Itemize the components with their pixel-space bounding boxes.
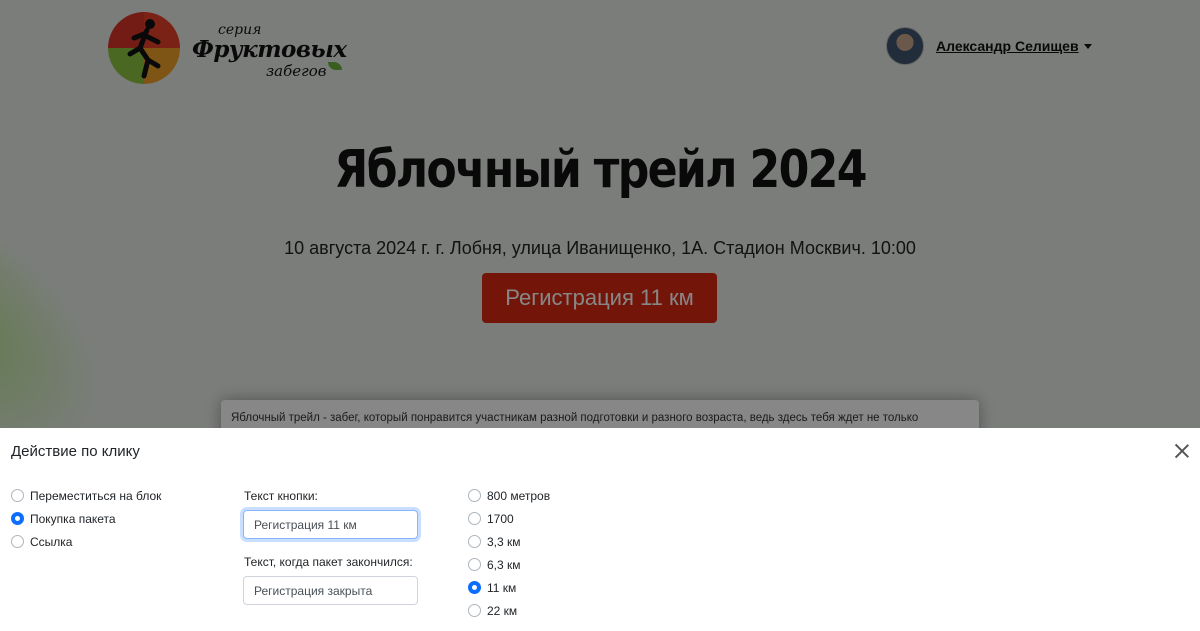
radio-link[interactable]: Ссылка [11, 530, 161, 553]
button-text-input[interactable] [243, 510, 418, 539]
radio-button[interactable] [11, 535, 24, 548]
radio-label: 1700 [487, 511, 514, 526]
radio-button[interactable] [11, 489, 24, 502]
event-page-background: серия Фруктовых забегов Александр Селище… [0, 0, 1200, 428]
radio-label: Покупка пакета [30, 511, 116, 526]
radio-package-6-3km[interactable]: 6,3 км [468, 553, 550, 576]
radio-button[interactable] [468, 489, 481, 502]
radio-label: 6,3 км [487, 557, 521, 572]
sold-out-text-input[interactable] [243, 576, 418, 605]
radio-button[interactable] [468, 512, 481, 525]
radio-move-to-block[interactable]: Переместиться на блок [11, 484, 161, 507]
radio-package-3-3km[interactable]: 3,3 км [468, 530, 550, 553]
package-radio-group: 800 метров 1700 3,3 км 6,3 км 11 км 22 к… [468, 484, 550, 622]
radio-button[interactable] [468, 604, 481, 617]
radio-button[interactable] [11, 512, 24, 525]
panel-title: Действие по клику [11, 443, 140, 460]
radio-label: Переместиться на блок [30, 488, 162, 503]
radio-package-22km[interactable]: 22 км [468, 599, 550, 622]
radio-label: Ссылка [30, 534, 73, 549]
radio-label: 22 км [487, 603, 518, 618]
button-text-label: Текст кнопки: [244, 489, 318, 503]
radio-button[interactable] [468, 535, 481, 548]
modal-backdrop[interactable] [0, 0, 1200, 428]
radio-button[interactable] [468, 581, 481, 594]
radio-label: 800 метров [487, 488, 551, 503]
close-icon[interactable] [1172, 441, 1192, 461]
radio-button[interactable] [468, 558, 481, 571]
radio-buy-package[interactable]: Покупка пакета [11, 507, 161, 530]
radio-package-11km[interactable]: 11 км [468, 576, 550, 599]
radio-label: 3,3 км [487, 534, 521, 549]
action-radio-group: Переместиться на блок Покупка пакета Ссы… [11, 484, 161, 553]
radio-package-1700[interactable]: 1700 [468, 507, 550, 530]
click-action-panel: Действие по клику Переместиться на блок … [0, 428, 1200, 631]
radio-package-800m[interactable]: 800 метров [468, 484, 550, 507]
sold-out-text-label: Текст, когда пакет закончился: [244, 555, 413, 569]
radio-label: 11 км [487, 580, 517, 595]
